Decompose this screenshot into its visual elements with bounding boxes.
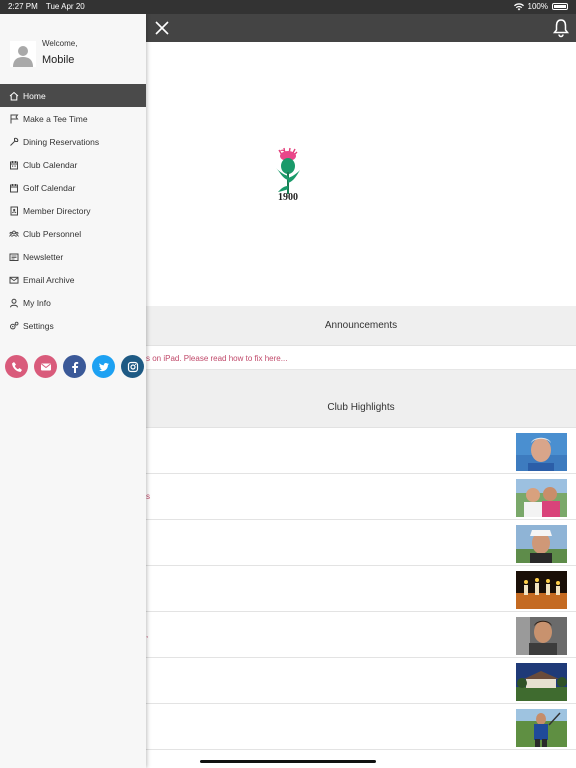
highlights-list: s , <box>146 428 576 750</box>
menu-item-golf-calendar[interactable]: Golf Calendar <box>0 176 146 199</box>
people-icon <box>9 230 19 237</box>
avatar-icon <box>10 41 36 67</box>
menu-item-my-info[interactable]: My Info <box>0 291 146 314</box>
wifi-icon <box>513 2 524 10</box>
highlight-title: , <box>146 630 149 639</box>
home-indicator[interactable] <box>200 760 376 763</box>
calendar-icon <box>10 183 18 192</box>
close-menu-button[interactable] <box>152 18 172 38</box>
main-content: 1900 Announcements s on iPad. Please rea… <box>146 42 576 768</box>
menu-item-label: Golf Calendar <box>23 182 76 193</box>
notifications-bell-icon[interactable] <box>552 18 570 38</box>
menu-item-newsletter[interactable]: Newsletter <box>0 245 146 268</box>
battery-icon <box>552 3 568 10</box>
highlight-row[interactable]: s <box>146 474 576 520</box>
highlight-thumbnail <box>516 617 567 655</box>
menu-item-club-personnel[interactable]: Club Personnel <box>0 222 146 245</box>
status-time: 2:27 PM <box>8 2 38 11</box>
newspaper-icon <box>9 253 19 261</box>
menu-item-dining[interactable]: Dining Reservations <box>0 130 146 153</box>
highlight-row[interactable] <box>146 566 576 612</box>
welcome-text: Welcome, <box>42 39 78 48</box>
navigation-drawer: Welcome, Mobile Home Make a Tee Time Din… <box>0 14 146 768</box>
battery-percent: 100% <box>527 2 548 11</box>
menu-item-label: Club Personnel <box>23 228 82 239</box>
highlight-thumbnail <box>516 663 567 701</box>
menu-item-label: Email Archive <box>23 274 75 285</box>
logo-year: 1900 <box>278 192 298 203</box>
email-button[interactable] <box>34 355 57 378</box>
highlight-thumbnail <box>516 571 567 609</box>
menu-item-label: Club Calendar <box>23 159 78 170</box>
facebook-icon <box>71 361 78 373</box>
highlight-row[interactable] <box>146 704 576 750</box>
directory-icon <box>10 206 18 215</box>
twitter-button[interactable] <box>92 355 115 378</box>
highlight-thumbnail <box>516 479 567 517</box>
highlight-row[interactable] <box>146 428 576 474</box>
menu-item-member-directory[interactable]: Member Directory <box>0 199 146 222</box>
status-date: Tue Apr 20 <box>45 2 85 11</box>
envelope-icon <box>40 363 51 370</box>
menu-item-tee-time[interactable]: Make a Tee Time <box>0 107 146 130</box>
club-highlights-header: Club Highlights <box>146 370 576 428</box>
home-icon <box>9 91 19 100</box>
menu-item-label: Newsletter <box>23 251 64 262</box>
announcements-header: Announcements <box>146 306 576 346</box>
highlight-thumbnail <box>516 525 567 563</box>
menu-item-label: Dining Reservations <box>23 136 100 147</box>
drawer-menu: Home Make a Tee Time Dining Reservations… <box>0 84 146 337</box>
status-bar: 2:27 PM Tue Apr 20 100% <box>0 0 576 14</box>
menu-item-email-archive[interactable]: Email Archive <box>0 268 146 291</box>
user-name: Mobile <box>42 54 75 66</box>
gears-icon <box>10 321 19 329</box>
menu-item-label: Member Directory <box>23 205 91 216</box>
menu-item-home[interactable]: Home <box>0 84 146 107</box>
highlight-title: s <box>146 492 150 501</box>
calendar-icon <box>10 160 18 169</box>
app-screen: 2:27 PM Tue Apr 20 100% 1900 Announcemen… <box>0 0 576 768</box>
highlight-row[interactable]: , <box>146 612 576 658</box>
menu-item-label: My Info <box>23 297 51 308</box>
highlight-row[interactable] <box>146 658 576 704</box>
instagram-icon <box>127 361 138 372</box>
social-links <box>5 355 144 378</box>
phone-icon <box>11 361 22 372</box>
menu-item-club-calendar[interactable]: Club Calendar <box>0 153 146 176</box>
envelope-icon <box>9 276 19 284</box>
profile-header: Welcome, Mobile <box>0 14 146 84</box>
twitter-icon <box>98 362 109 371</box>
announcement-link[interactable]: s on iPad. Please read how to fix here..… <box>146 348 576 370</box>
utensils-icon <box>10 137 19 146</box>
menu-item-label: Home <box>23 90 46 101</box>
instagram-button[interactable] <box>121 355 144 378</box>
flag-icon <box>10 114 19 123</box>
menu-item-label: Make a Tee Time <box>23 113 88 124</box>
highlight-row[interactable] <box>146 520 576 566</box>
menu-item-settings[interactable]: Settings <box>0 314 146 337</box>
menu-item-label: Settings <box>23 320 54 331</box>
phone-button[interactable] <box>5 355 28 378</box>
highlight-thumbnail <box>516 709 567 747</box>
facebook-button[interactable] <box>63 355 86 378</box>
user-icon <box>10 298 18 307</box>
highlight-thumbnail <box>516 433 567 471</box>
